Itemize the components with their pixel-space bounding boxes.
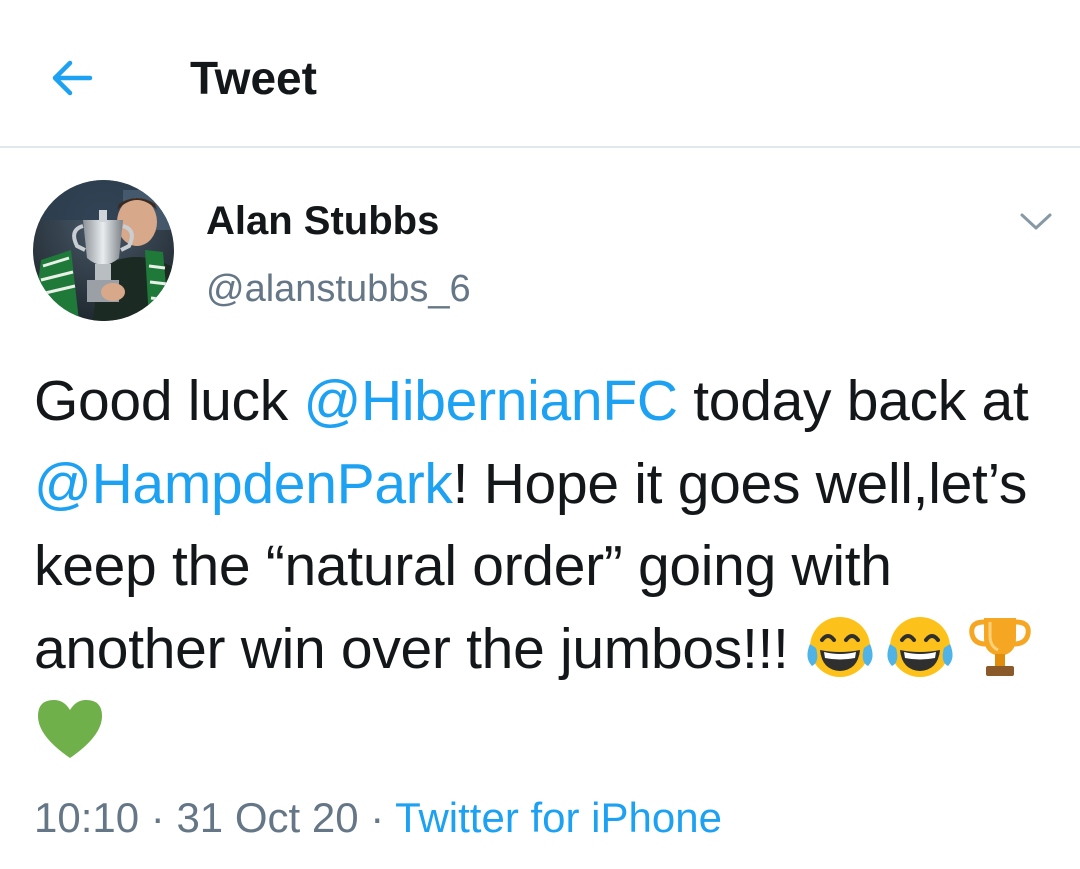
avatar-photo (33, 180, 174, 321)
green-heart-icon (38, 700, 102, 758)
tweet-source-link[interactable]: Twitter for iPhone (395, 794, 722, 841)
mention-link-hibernianfc[interactable]: @HibernianFC (303, 369, 678, 433)
tweet-time: 10:10 (34, 794, 140, 841)
tweet-date: 31 Oct 20 (176, 794, 359, 841)
author-name[interactable]: Alan Stubbs (206, 196, 439, 246)
page-title: Tweet (190, 52, 317, 104)
top-app-bar: Tweet (0, 0, 1080, 148)
meta-separator: · (139, 794, 177, 841)
tweet-text-segment: Good luck (34, 369, 304, 433)
trophy-icon (969, 617, 1031, 676)
face-with-tears-of-joy-icon (807, 616, 873, 677)
tweet-text: Good luck @HibernianFC today back at @Ha… (34, 360, 1054, 773)
tweet-meta: 10:10 · 31 Oct 20 · Twitter for iPhone (34, 790, 722, 846)
face-with-tears-of-joy-icon (887, 616, 953, 677)
back-button[interactable] (40, 46, 104, 110)
author-handle[interactable]: @alanstubbs_6 (206, 264, 471, 314)
tweet-text-segment: today back at (677, 369, 1029, 433)
avatar[interactable] (33, 180, 174, 321)
meta-separator: · (358, 794, 396, 841)
chevron-down-icon (1020, 213, 1052, 230)
arrow-left-icon (52, 60, 93, 96)
more-options-button[interactable] (1012, 198, 1060, 246)
mention-link-hampdenpark[interactable]: @HampdenPark (34, 452, 453, 516)
